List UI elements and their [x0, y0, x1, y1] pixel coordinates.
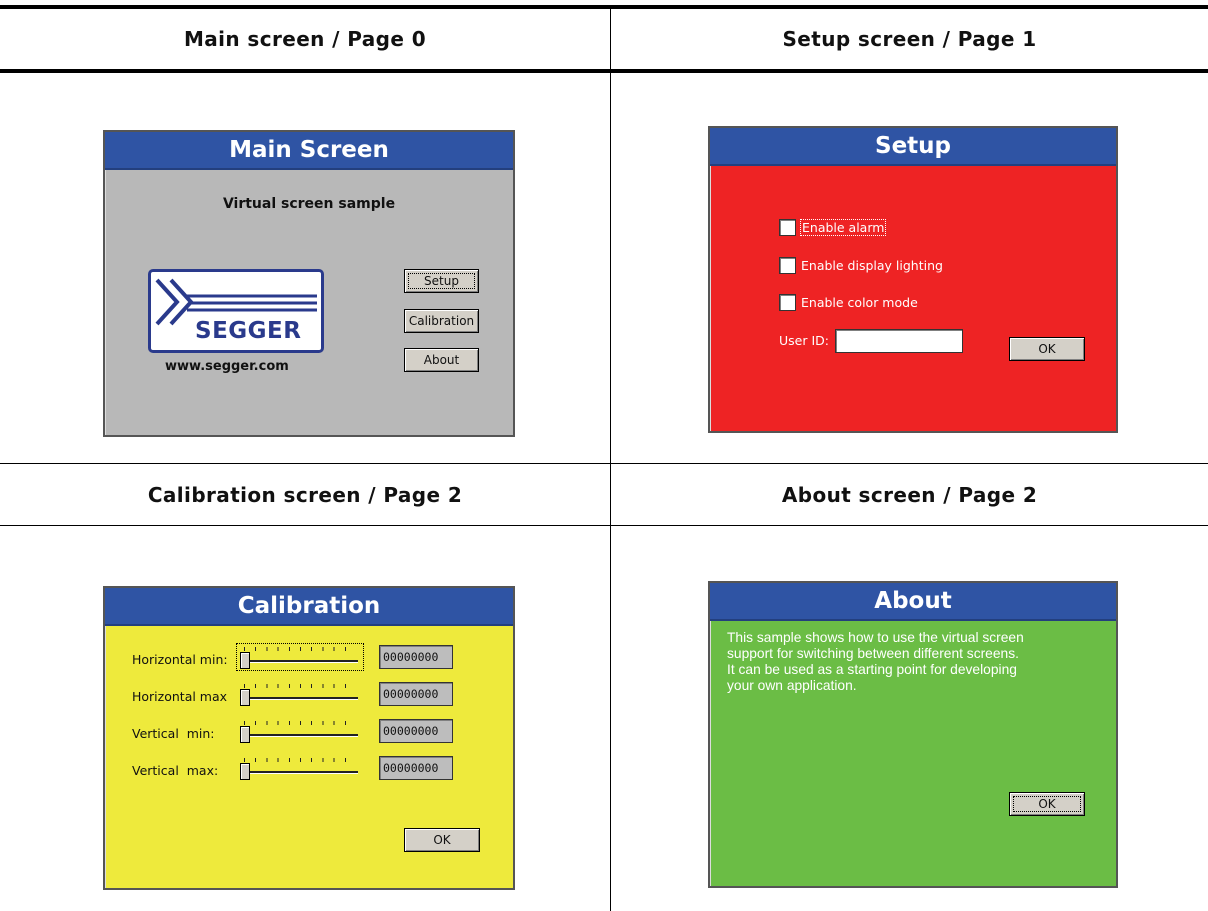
setup-screen-window: Setup Enable alarm Enable display lighti… [708, 126, 1118, 433]
vertical-min-value: 00000000 [379, 719, 453, 743]
about-text-line: It can be used as a starting point for d… [727, 662, 1017, 677]
slider-ticks [244, 721, 356, 725]
about-button[interactable]: About [404, 348, 479, 372]
user-id-input[interactable] [835, 329, 963, 353]
segger-logo: SEGGER [148, 269, 324, 353]
about-text-line: This sample shows how to use the virtual… [727, 630, 1024, 645]
enable-color-mode-label: Enable color mode [801, 295, 918, 310]
about-text: This sample shows how to use the virtual… [727, 630, 1024, 694]
vertical-max-value: 00000000 [379, 756, 453, 780]
calibration-ok-button[interactable]: OK [404, 828, 480, 852]
slider-ticks [244, 758, 356, 762]
vertical-min-slider[interactable] [238, 719, 362, 743]
vertical-max-label: Vertical max: [132, 763, 219, 778]
user-id-label: User ID: [779, 333, 829, 348]
slider-ticks [244, 647, 356, 651]
slider-thumb[interactable] [240, 763, 250, 780]
enable-alarm-label: Enable alarm [799, 219, 887, 236]
calibration-button[interactable]: Calibration [404, 309, 479, 333]
slider-thumb[interactable] [240, 689, 250, 706]
vertical-max-slider[interactable] [238, 756, 362, 780]
about-screen-title: About [710, 583, 1116, 621]
enable-alarm-checkbox[interactable] [779, 219, 796, 236]
horizontal-min-label: Horizontal min: [132, 652, 228, 667]
horizontal-min-value: 00000000 [379, 645, 453, 669]
vertical-min-label: Vertical min: [132, 726, 215, 741]
calibration-screen-window: Calibration Horizontal min: 00000000 Hor… [103, 586, 515, 890]
segger-website: www.segger.com [165, 359, 289, 374]
main-screen-window: Main Screen Virtual screen sample SEGGER… [103, 130, 515, 437]
horizontal-max-slider[interactable] [238, 682, 362, 706]
header-calibration-screen: Calibration screen / Page 2 [147, 483, 463, 507]
calibration-screen-title: Calibration [105, 588, 513, 626]
enable-color-mode-checkbox[interactable] [779, 294, 796, 311]
slider-thumb[interactable] [240, 652, 250, 669]
column-divider [610, 7, 611, 911]
slider-ticks [244, 684, 356, 688]
about-screen-window: About This sample shows how to use the v… [708, 581, 1118, 888]
about-text-line: support for switching between different … [727, 646, 1019, 661]
setup-screen-title: Setup [710, 128, 1116, 166]
enable-display-lighting-checkbox[interactable] [779, 257, 796, 274]
slider-track [242, 771, 358, 774]
about-text-line: your own application. [727, 678, 857, 693]
horizontal-max-label: Horizontal max [132, 689, 228, 704]
slider-track [242, 734, 358, 737]
main-screen-title: Main Screen [105, 132, 513, 170]
header-main-screen: Main screen / Page 0 [183, 27, 427, 51]
setup-ok-button[interactable]: OK [1009, 337, 1085, 361]
horizontal-min-slider[interactable] [236, 643, 364, 671]
slider-thumb[interactable] [240, 726, 250, 743]
header-about-screen: About screen / Page 2 [781, 483, 1038, 507]
horizontal-max-value: 00000000 [379, 682, 453, 706]
about-ok-button[interactable]: OK [1009, 792, 1085, 816]
main-screen-subtitle: Virtual screen sample [222, 196, 396, 212]
setup-button[interactable]: Setup [404, 269, 479, 293]
slider-track [242, 660, 358, 663]
segger-logo-text: SEGGER [195, 318, 302, 344]
slider-track [242, 697, 358, 700]
enable-display-lighting-label: Enable display lighting [801, 258, 943, 273]
header-setup-screen: Setup screen / Page 1 [782, 27, 1037, 51]
